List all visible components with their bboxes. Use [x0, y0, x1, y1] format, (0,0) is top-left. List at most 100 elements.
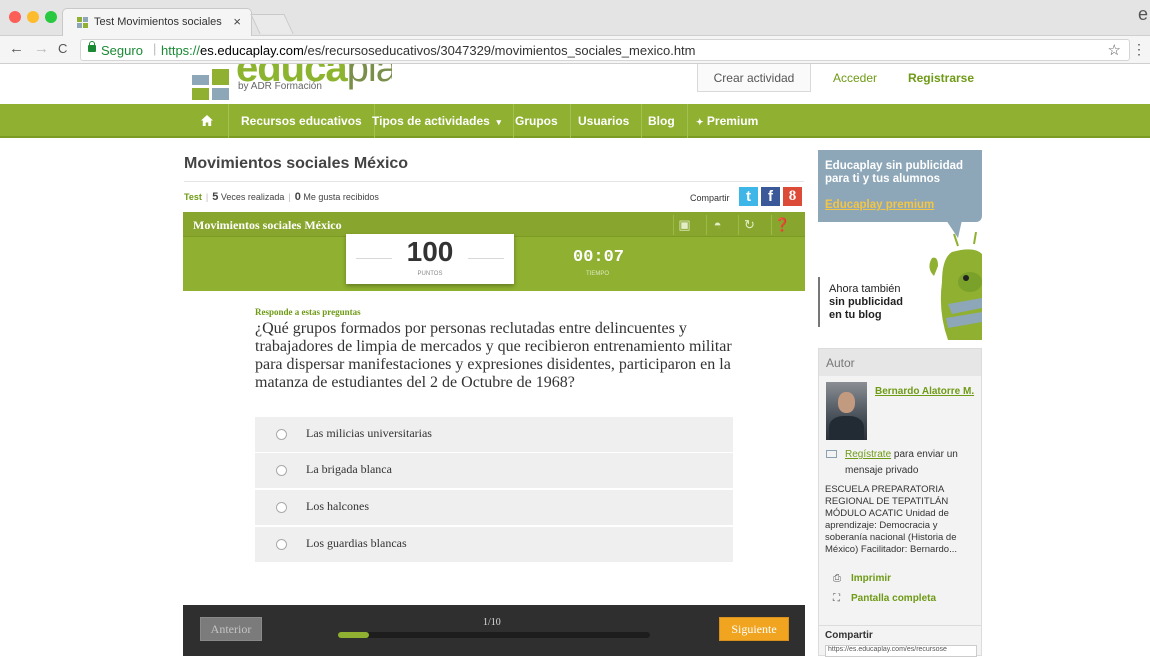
educaplay-logo[interactable]: educaplay by ADR Formación [192, 64, 392, 104]
share-url-field[interactable]: https://es.educaplay.com/es/recursose [825, 645, 977, 657]
premium-link[interactable]: Educaplay premium [825, 199, 934, 211]
profile-letter[interactable]: e [1138, 4, 1148, 25]
page-title: Movimientos sociales México [184, 155, 409, 172]
embed-icon[interactable]: ▣ [673, 215, 695, 235]
address-bar[interactable]: Seguro | https://es.educaplay.com/es/rec… [80, 39, 1130, 61]
window-close-button[interactable] [9, 11, 21, 23]
activity-stats: Test | 5 Veces realizada | 0 Me gusta recibi… [184, 191, 379, 203]
forward-arrow-icon[interactable]: → [34, 40, 49, 57]
logo-subtitle: by ADR Formación [238, 81, 322, 92]
browser-tab-bar: Test Movimientos sociales Méx × e [0, 0, 1150, 36]
score-label: PUNTOS [417, 271, 443, 277]
promo-bubble: Educaplay sin publicidad para ti y tus a… [818, 150, 982, 222]
answer-option-label: La brigada blanca [306, 462, 392, 476]
mascot-illustration-icon [929, 232, 982, 340]
url-text[interactable]: https://es.educaplay.com/es/recursoseduc… [161, 43, 696, 58]
score-value: 100 [406, 236, 454, 267]
nav-item-usuarios[interactable]: Usuarios [566, 104, 643, 138]
register-link[interactable]: Regístrate [845, 449, 891, 460]
home-icon [200, 115, 213, 126]
nav-item-premium[interactable]: ✦ Premium [684, 104, 770, 138]
author-panel-title: Autor [826, 356, 855, 370]
printer-icon: ⎙ [833, 573, 841, 584]
url-separator: | [153, 41, 157, 56]
star-icon: ✦ [696, 117, 704, 127]
educaplay-favicon-icon [77, 17, 89, 28]
author-panel: Autor Bernardo Alatorre M. Regístrate pa… [818, 348, 982, 626]
next-button[interactable]: Siguiente [719, 617, 789, 641]
timer-value: 00:07 [573, 248, 625, 267]
avatar[interactable] [826, 382, 867, 440]
mail-icon [826, 450, 837, 458]
author-description: ESCUELA PREPARATORIA REGIONAL DE TEPATIT… [825, 484, 957, 555]
bookmark-star-icon[interactable]: ☆ [1108, 41, 1121, 59]
browser-menu-icon[interactable]: ⋮ [1132, 41, 1146, 58]
help-icon[interactable]: ❓ [771, 215, 793, 235]
nav-item-blog[interactable]: Blog [636, 104, 688, 138]
radio-button[interactable] [276, 429, 287, 440]
main-nav: Recursos educativos Tipos de actividades… [0, 104, 1150, 138]
question-text: ¿Qué grupos formados por personas reclut… [255, 320, 732, 391]
register-message: Regístrate para enviar un mensaje privad… [845, 449, 958, 476]
facebook-icon[interactable]: f [761, 187, 780, 206]
new-tab-button[interactable] [250, 14, 294, 34]
tab-title: Test Movimientos sociales Méx [94, 16, 224, 28]
logo-icon [192, 69, 230, 100]
browser-toolbar: ← → C Seguro | https://es.educaplay.com/… [0, 36, 1150, 64]
reload-icon[interactable]: C [58, 41, 67, 56]
nav-item-tipos[interactable]: Tipos de actividades ▾ [360, 104, 515, 138]
radio-button[interactable] [276, 539, 287, 550]
nav-home[interactable] [185, 104, 229, 138]
window-maximize-button[interactable] [45, 11, 57, 23]
radio-button[interactable] [276, 465, 287, 476]
answer-option[interactable]: Los guardias blancas [255, 527, 733, 562]
answer-option[interactable]: La brigada blanca [255, 453, 733, 488]
previous-button[interactable]: Anterior [200, 617, 262, 641]
promo-blog-text: Ahora también sin publicidad en tu blog [829, 283, 903, 321]
twitter-icon[interactable]: t [739, 187, 758, 206]
lock-icon [88, 41, 96, 52]
question-instruction: Responde a estas preguntas [255, 307, 361, 317]
radio-button[interactable] [276, 502, 287, 513]
login-link[interactable]: Acceder [820, 64, 890, 92]
progress-bar [338, 632, 650, 638]
answer-option-label: Los halcones [306, 499, 369, 513]
answer-option-label: Las milicias universitarias [306, 426, 432, 440]
nav-item-recursos[interactable]: Recursos educativos [229, 104, 375, 138]
secure-label: Seguro [101, 43, 143, 58]
activity-type[interactable]: Test [184, 192, 202, 202]
browser-tab[interactable]: Test Movimientos sociales Méx × [62, 8, 252, 36]
author-name-link[interactable]: Bernardo Alatorre M. [875, 386, 974, 397]
quiz-title: Movimientos sociales México [193, 218, 342, 232]
share-panel-title: Compartir [825, 630, 873, 641]
chevron-down-icon: ▾ [496, 117, 502, 127]
headphones-icon[interactable]: ◓ [706, 215, 728, 235]
divider [818, 277, 820, 327]
create-activity-button[interactable]: Crear actividad [697, 64, 811, 92]
nav-item-grupos[interactable]: Grupos [503, 104, 571, 138]
tab-close-icon[interactable]: × [233, 14, 241, 29]
answer-option[interactable]: Las milicias universitarias [255, 417, 733, 452]
window-minimize-button[interactable] [27, 11, 39, 23]
promo-text: Educaplay sin publicidad para ti y tus a… [825, 160, 964, 185]
share-panel: Compartir https://es.educaplay.com/es/re… [818, 626, 982, 657]
quiz-header: Movimientos sociales México ▣ ◓ ↻ ❓ 100 … [183, 212, 805, 291]
divider [184, 181, 804, 182]
back-arrow-icon[interactable]: ← [9, 40, 24, 57]
google-plus-icon[interactable]: 8 [783, 187, 802, 206]
timer-label: TIEMPO [586, 271, 610, 277]
register-link[interactable]: Registrarse [896, 64, 986, 92]
fullscreen-link[interactable]: ⛶ Pantalla completa [833, 593, 936, 604]
answer-option[interactable]: Los halcones [255, 490, 733, 525]
author-panel-header: Autor [819, 349, 981, 376]
fullscreen-icon: ⛶ [833, 593, 840, 604]
premium-promo: Educaplay sin publicidad para ti y tus a… [818, 150, 982, 340]
answer-option-label: Los guardias blancas [306, 536, 407, 550]
quiz-footer: Anterior 1/10 Siguiente [183, 605, 805, 656]
print-link[interactable]: ⎙ Imprimir [833, 573, 891, 584]
progress-fill [338, 632, 370, 638]
score-card: 100 PUNTOS [346, 234, 514, 284]
restart-icon[interactable]: ↻ [738, 215, 760, 235]
share-label: Compartir [690, 193, 730, 203]
progress-label: 1/10 [483, 617, 501, 628]
